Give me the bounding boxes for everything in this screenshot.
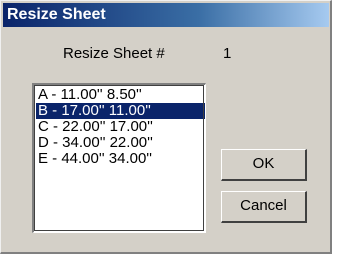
title-bar[interactable]: Resize Sheet — [3, 3, 329, 27]
cancel-button[interactable]: Cancel — [221, 191, 307, 223]
list-item-size-e[interactable]: E - 44.00'' 34.00'' — [36, 151, 205, 167]
list-item-size-d[interactable]: D - 34.00'' 22.00'' — [36, 135, 205, 151]
sheet-number-label: Resize Sheet # — [63, 45, 165, 62]
list-item-size-c[interactable]: C - 22.00'' 17.00'' — [36, 119, 205, 135]
sheet-number-value: 1 — [223, 45, 232, 62]
ok-button[interactable]: OK — [221, 149, 307, 181]
list-item-size-b[interactable]: B - 17.00'' 11.00'' — [36, 103, 205, 119]
sheet-size-listbox[interactable]: A - 11.00'' 8.50'' B - 17.00'' 11.00'' C… — [32, 83, 206, 233]
resize-sheet-dialog: Resize Sheet Resize Sheet # 1 A - 11.00'… — [0, 0, 332, 254]
list-item-size-a[interactable]: A - 11.00'' 8.50'' — [36, 87, 205, 103]
